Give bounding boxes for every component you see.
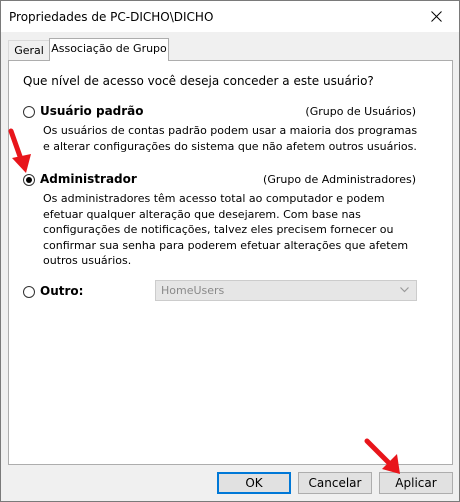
tab-associacao-de-grupo[interactable]: Associação de Grupo (49, 38, 169, 61)
window-title: Propriedades de PC-DICHO\DICHO (9, 10, 214, 24)
other-label[interactable]: Outro: (40, 284, 83, 298)
radio-administrator[interactable] (23, 174, 35, 186)
title-bar: Propriedades de PC-DICHO\DICHO (1, 1, 459, 32)
chevron-down-icon (400, 287, 409, 293)
other-group-dropdown[interactable]: HomeUsers (155, 280, 417, 301)
access-question: Que nível de acesso você deseja conceder… (23, 74, 374, 88)
tab-panel: Que nível de acesso você deseja conceder… (8, 60, 453, 465)
annotation-arrow-icon (364, 438, 400, 474)
standard-user-description: Os usuários de contas padrão podem usar … (43, 124, 418, 153)
properties-dialog: Propriedades de PC-DICHO\DICHO Geral Ass… (0, 0, 460, 502)
annotation-arrow-icon (8, 128, 31, 173)
close-button[interactable] (413, 1, 459, 32)
administrator-group: (Grupo de Administradores) (263, 173, 416, 186)
standard-user-group: (Grupo de Usuários) (305, 105, 416, 118)
radio-other[interactable] (23, 286, 35, 298)
dropdown-value: HomeUsers (161, 284, 225, 297)
administrator-label[interactable]: Administrador (40, 172, 137, 186)
close-icon (430, 11, 442, 22)
radio-standard-user[interactable] (23, 106, 35, 118)
cancel-button[interactable]: Cancelar (298, 472, 372, 494)
tab-geral[interactable]: Geral (8, 40, 50, 61)
ok-button[interactable]: OK (217, 472, 291, 494)
administrator-description: Os administradores têm acesso total ao c… (43, 192, 409, 267)
standard-user-label[interactable]: Usuário padrão (40, 104, 144, 118)
